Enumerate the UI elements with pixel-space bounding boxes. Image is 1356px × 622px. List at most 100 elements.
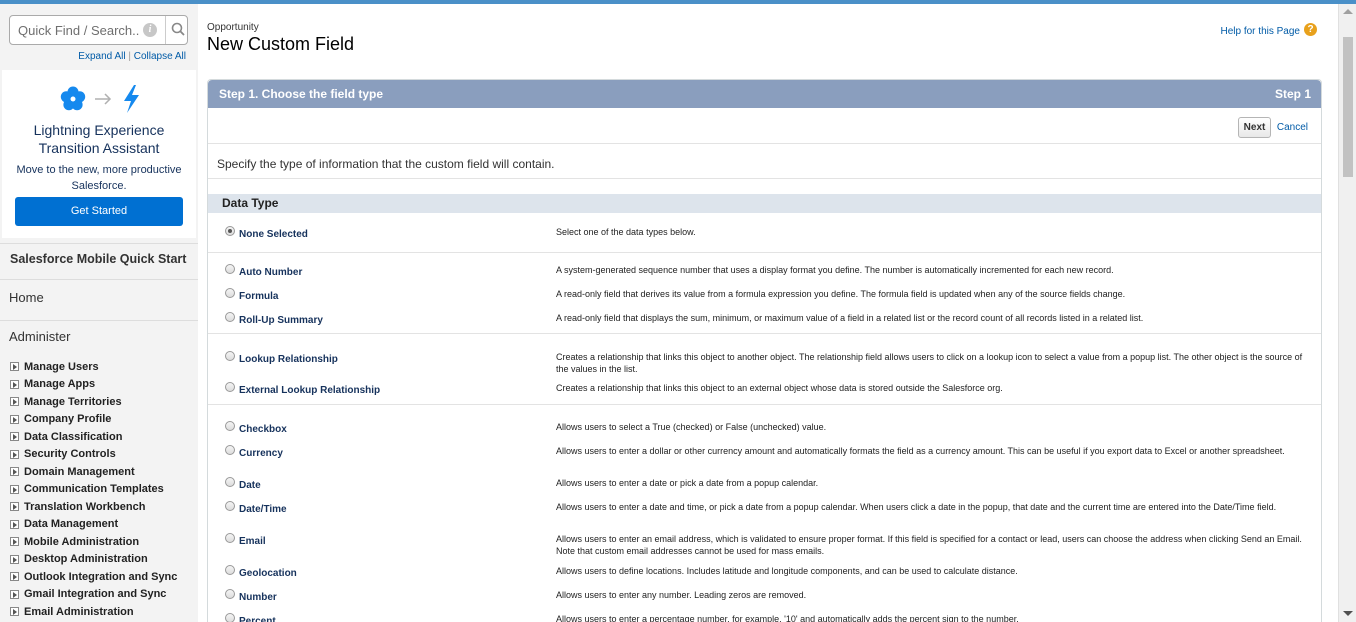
divider <box>208 178 1321 179</box>
lex-subtitle: Move to the new, more productive Salesfo… <box>16 164 182 192</box>
data-type-radio[interactable] <box>225 226 235 236</box>
data-type-label[interactable]: Checkbox <box>239 424 287 435</box>
admin-nav-item[interactable]: Desktop Administration <box>0 551 198 569</box>
data-type-label[interactable]: Formula <box>239 291 278 302</box>
data-type-label[interactable]: Lookup Relationship <box>239 354 338 365</box>
admin-nav-item[interactable]: Manage Territories <box>0 393 198 411</box>
scroll-up-icon[interactable] <box>1343 9 1353 14</box>
data-type-description: Allows users to select a True (checked) … <box>556 422 827 432</box>
admin-nav-item[interactable]: Manage Apps <box>0 376 198 394</box>
admin-nav-item[interactable]: Domain Management <box>0 463 198 481</box>
expand-triangle-icon[interactable] <box>10 519 19 529</box>
data-type-description: Allows users to enter a date or pick a d… <box>556 478 819 488</box>
data-type-label[interactable]: Percent <box>239 616 276 622</box>
expand-triangle-icon[interactable] <box>10 379 19 389</box>
data-type-label[interactable]: Roll-Up Summary <box>239 315 323 326</box>
admin-nav-item[interactable]: Security Controls <box>0 446 198 464</box>
data-type-radio[interactable] <box>225 288 235 298</box>
admin-nav-label: Security Controls <box>24 448 116 461</box>
data-type-label[interactable]: External Lookup Relationship <box>239 385 380 396</box>
expand-triangle-icon[interactable] <box>10 362 19 372</box>
page-scrollbar[interactable] <box>1338 4 1356 622</box>
admin-nav-label: Manage Users <box>24 360 99 373</box>
admin-nav-label: Translation Workbench <box>24 500 146 513</box>
expand-triangle-icon[interactable] <box>10 554 19 564</box>
data-type-radio[interactable] <box>225 264 235 274</box>
admin-nav-label: Outlook Integration and Sync <box>24 570 178 583</box>
admin-nav-item[interactable]: Email Administration <box>0 603 198 621</box>
admin-nav-item[interactable]: Communication Templates <box>0 481 198 499</box>
data-type-description: Creates a relationship that links this o… <box>556 383 1003 393</box>
data-type-radio[interactable] <box>225 565 235 575</box>
admin-nav-item[interactable]: Outlook Integration and Sync <box>0 568 198 586</box>
data-type-label[interactable]: Auto Number <box>239 267 302 278</box>
nav-mobile-quick-start[interactable]: Salesforce Mobile Quick Start <box>0 243 198 280</box>
admin-nav-item[interactable]: Data Classification <box>0 428 198 446</box>
setup-sidebar: i Expand All | Collapse All <box>0 4 198 622</box>
data-type-radio[interactable] <box>225 421 235 431</box>
scroll-down-icon[interactable] <box>1343 611 1353 616</box>
help-icon[interactable]: ? <box>1304 23 1317 36</box>
step-title: Step 1. Choose the field type <box>219 87 384 101</box>
admin-nav-label: Gmail Integration and Sync <box>24 588 167 601</box>
data-type-radio[interactable] <box>225 613 235 622</box>
expand-all-link[interactable]: Expand All <box>78 51 125 62</box>
scroll-thumb[interactable] <box>1343 37 1353 177</box>
expand-triangle-icon[interactable] <box>10 502 19 512</box>
collapse-all-link[interactable]: Collapse All <box>134 51 186 62</box>
expand-triangle-icon[interactable] <box>10 414 19 424</box>
quick-find-input[interactable] <box>10 16 140 44</box>
admin-nav-label: Company Profile <box>24 413 112 426</box>
data-type-description: Allows users to enter any number. Leadin… <box>556 590 807 600</box>
get-started-button[interactable]: Get Started <box>15 197 183 226</box>
nav-administer-heading: Administer <box>9 329 71 344</box>
data-type-label[interactable]: Currency <box>239 448 283 459</box>
admin-nav-item[interactable]: Gmail Integration and Sync <box>0 586 198 604</box>
expand-triangle-icon[interactable] <box>10 432 19 442</box>
expand-triangle-icon[interactable] <box>10 449 19 459</box>
data-type-radio[interactable] <box>225 312 235 322</box>
admin-nav-item[interactable]: Translation Workbench <box>0 498 198 516</box>
data-type-label[interactable]: None Selected <box>239 229 308 240</box>
lex-icons <box>2 84 196 114</box>
data-type-description: Allows users to enter a percentage numbe… <box>556 614 1019 622</box>
admin-nav-item[interactable]: Data Management <box>0 516 198 534</box>
data-type-label[interactable]: Email <box>239 536 266 547</box>
data-type-label[interactable]: Geolocation <box>239 568 297 579</box>
data-type-radio[interactable] <box>225 533 235 543</box>
expand-triangle-icon[interactable] <box>10 572 19 582</box>
data-type-label[interactable]: Number <box>239 592 277 603</box>
cancel-link[interactable]: Cancel <box>1277 122 1308 133</box>
next-button[interactable]: Next <box>1238 117 1271 138</box>
data-type-radio[interactable] <box>225 589 235 599</box>
info-icon[interactable]: i <box>143 23 157 37</box>
data-type-radio[interactable] <box>225 501 235 511</box>
admin-nav-label: Data Management <box>24 518 119 531</box>
data-type-description: Allows users to enter a date and time, o… <box>556 502 1277 512</box>
help-for-page-link[interactable]: Help for this Page <box>1221 26 1301 37</box>
data-type-radio[interactable] <box>225 477 235 487</box>
group-divider <box>208 252 1321 253</box>
expand-triangle-icon[interactable] <box>10 607 19 617</box>
group-divider <box>208 404 1321 405</box>
data-type-radio[interactable] <box>225 445 235 455</box>
button-row: Next Cancel <box>208 108 1321 144</box>
step-number: Step 1 <box>1274 87 1311 101</box>
data-type-description: Creates a relationship that links this o… <box>556 352 1303 374</box>
expand-triangle-icon[interactable] <box>10 467 19 477</box>
data-type-radio[interactable] <box>225 351 235 361</box>
data-type-label[interactable]: Date/Time <box>239 504 287 515</box>
nav-home[interactable]: Home <box>0 281 198 321</box>
data-type-label[interactable]: Date <box>239 480 261 491</box>
data-type-radio[interactable] <box>225 382 235 392</box>
expand-triangle-icon[interactable] <box>10 397 19 407</box>
expand-triangle-icon[interactable] <box>10 589 19 599</box>
admin-nav-item[interactable]: Manage Users <box>0 358 198 376</box>
expand-triangle-icon[interactable] <box>10 537 19 547</box>
data-type-description: A read-only field that derives its value… <box>556 289 1126 299</box>
admin-nav-item[interactable]: Company Profile <box>0 411 198 429</box>
lightning-bolt-icon <box>124 85 139 113</box>
search-button[interactable] <box>165 16 189 44</box>
expand-triangle-icon[interactable] <box>10 484 19 494</box>
admin-nav-item[interactable]: Mobile Administration <box>0 533 198 551</box>
